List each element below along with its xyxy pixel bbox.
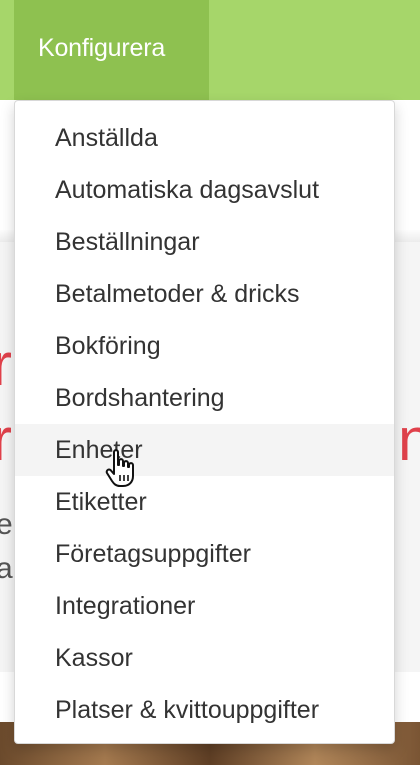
nav-item-label[interactable]: Konfigurera [38, 34, 165, 63]
menu-item-bokforing[interactable]: Bokföring [15, 320, 394, 372]
background-heading-fragment: r [0, 331, 12, 398]
background-heading-fragment: n [398, 406, 420, 473]
menu-item-betalmetoder-dricks[interactable]: Betalmetoder & dricks [15, 268, 394, 320]
hand-pointer-icon [105, 449, 134, 487]
menu-item-bestallningar[interactable]: Beställningar [15, 216, 394, 268]
menu-item-enheter[interactable]: Enheter [15, 424, 394, 476]
menu-item-platser-kvittouppgifter[interactable]: Platser & kvittouppgifter [15, 684, 394, 736]
menu-item-integrationer[interactable]: Integrationer [15, 580, 394, 632]
background-heading-fragment: r [0, 406, 12, 473]
menu-item-bordshantering[interactable]: Bordshantering [15, 372, 394, 424]
menu-item-etiketter[interactable]: Etiketter [15, 476, 394, 528]
menu-item-kassor[interactable]: Kassor [15, 632, 394, 684]
menu-item-anstallda[interactable]: Anställda [15, 112, 394, 164]
konfigurera-dropdown-menu: Anställda Automatiska dagsavslut Beställ… [14, 100, 395, 744]
background-text-fragment: e [0, 508, 13, 541]
top-navigation-bar: Konfigurera [0, 0, 420, 100]
menu-item-foretagsuppgifter[interactable]: Företagsuppgifter [15, 528, 394, 580]
background-text-fragment: a [0, 552, 13, 585]
menu-item-automatiska-dagsavslut[interactable]: Automatiska dagsavslut [15, 164, 394, 216]
